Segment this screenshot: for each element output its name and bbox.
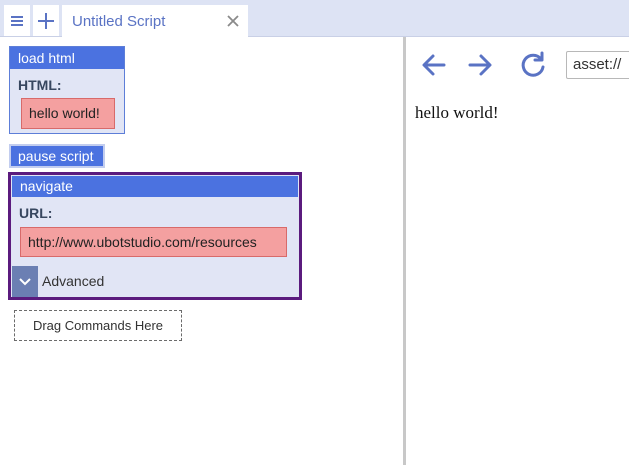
html-param-value[interactable]: hello world! [21,98,115,129]
close-icon[interactable] [226,14,240,28]
browser-panel: asset:// hello world! [406,37,629,465]
pause-script-command[interactable]: pause script [9,144,105,168]
address-bar[interactable]: asset:// [566,51,629,79]
advanced-toggle-button[interactable] [12,266,38,297]
menu-icon [11,15,23,26]
navigate-command[interactable]: navigate URL: http://www.ubotstudio.com/… [8,172,302,300]
script-panel: load html HTML: hello world! pause scrip… [0,37,403,465]
html-param-label: HTML: [18,77,62,93]
app-window: Untitled Script load html HTML: hello wo… [0,0,629,465]
back-arrow-icon[interactable] [419,50,449,80]
tab-title: Untitled Script [72,13,166,30]
url-param-value[interactable]: http://www.ubotstudio.com/resources [20,227,287,257]
plus-icon [38,12,54,29]
tab-bar: Untitled Script [0,0,629,37]
load-html-command[interactable]: load html HTML: hello world! [9,46,125,134]
forward-arrow-icon[interactable] [465,50,495,80]
menu-button[interactable] [4,5,30,36]
chevron-down-icon [19,277,31,285]
navigate-header[interactable]: navigate [12,176,298,197]
advanced-label: Advanced [42,273,105,289]
page-content-text: hello world! [415,103,499,122]
reload-icon[interactable] [518,50,548,80]
drag-commands-drop-zone[interactable]: Drag Commands Here [14,310,182,341]
url-param-label: URL: [19,205,53,221]
tab-untitled-script[interactable]: Untitled Script [62,5,248,37]
load-html-header[interactable]: load html [10,47,124,69]
new-tab-button[interactable] [33,5,59,36]
